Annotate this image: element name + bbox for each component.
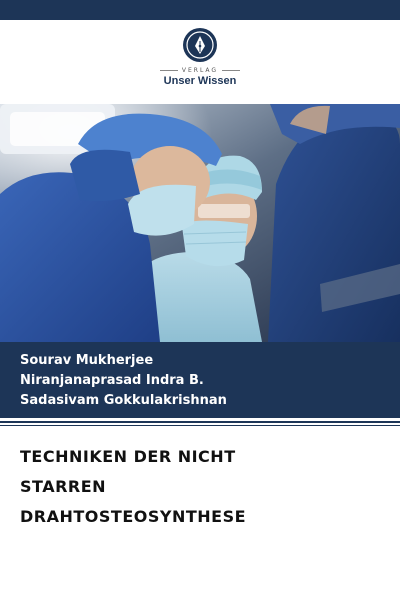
top-color-band	[0, 0, 400, 20]
divider-rule	[0, 421, 400, 423]
author-name: Niranjanaprasad Indra B.	[20, 373, 204, 388]
author-name: Sadasivam Gokkulakrishnan	[20, 393, 227, 408]
publisher-label: VERLAG	[0, 67, 400, 74]
publisher-name: Unser Wissen	[163, 75, 237, 87]
divider-rule	[0, 425, 400, 426]
pen-nib-icon	[183, 28, 217, 62]
publisher-block: VERLAG Unser Wissen	[0, 28, 400, 94]
author-name: Sourav Mukherjee	[20, 353, 154, 368]
authors-band: Sourav Mukherjee Niranjanaprasad Indra B…	[0, 342, 400, 418]
cover-photo	[0, 104, 400, 342]
book-title-line: TECHNIKEN DER NICHT	[20, 447, 236, 466]
book-title-line: STARREN	[20, 477, 107, 496]
book-title-line: DRAHTOSTEOSYNTHESE	[20, 507, 247, 526]
